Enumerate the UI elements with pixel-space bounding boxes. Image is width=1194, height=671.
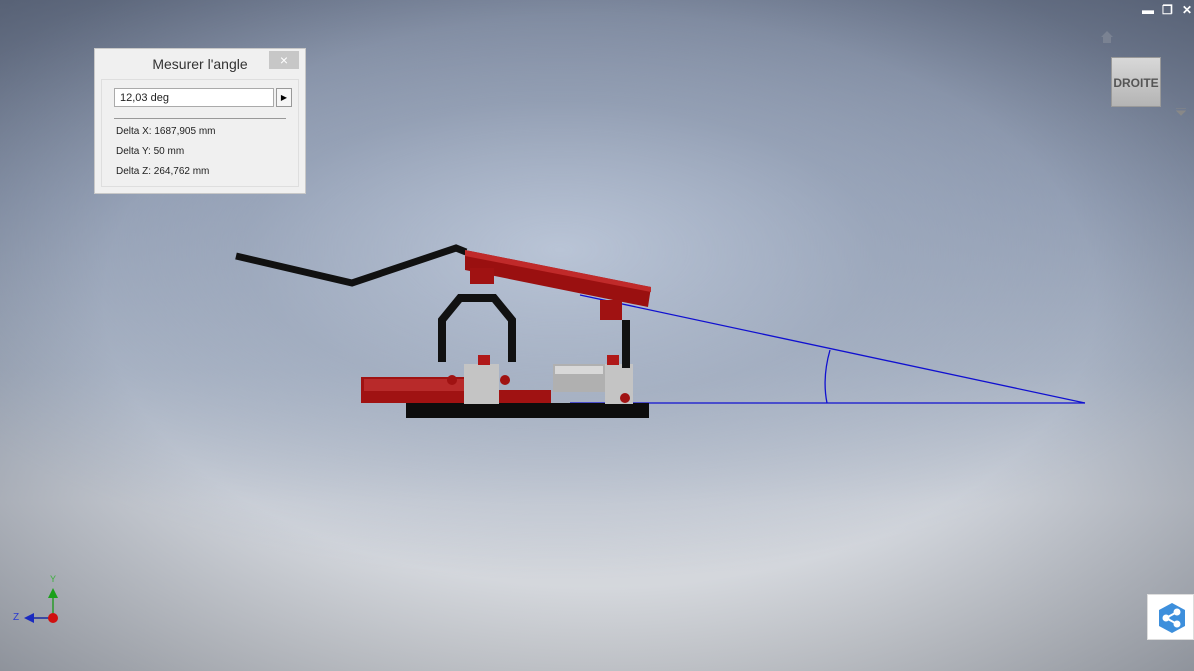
divider <box>114 118 286 119</box>
frame-assembly <box>235 244 651 418</box>
restore-button[interactable]: ❐ <box>1162 3 1173 17</box>
share-button[interactable] <box>1147 594 1194 640</box>
minimize-button[interactable]: ▬ <box>1142 3 1154 17</box>
expand-arrow-button[interactable]: ▶ <box>276 88 292 107</box>
axis-triad <box>24 588 58 623</box>
viewcube-menu-icon[interactable] <box>1176 108 1186 116</box>
angle-value-field[interactable]: 12,03 deg <box>114 88 274 107</box>
y-axis-arrow-icon <box>48 588 58 598</box>
close-button[interactable]: × <box>269 51 299 69</box>
measure-angle-lines <box>570 294 1086 404</box>
origin-icon <box>48 613 58 623</box>
close-window-button[interactable]: ✕ <box>1182 3 1192 17</box>
home-icon[interactable] <box>1100 30 1114 44</box>
z-axis-arrow-icon <box>24 613 34 623</box>
delta-x: Delta X: 1687,905 mm <box>116 126 216 137</box>
viewcube-face-label: DROITE <box>1113 76 1159 90</box>
panel-title: Mesurer l'angle <box>152 56 248 72</box>
z-axis-label: Z <box>13 612 20 623</box>
viewcube[interactable]: DROITE <box>1111 57 1161 107</box>
measure-angle-panel: Mesurer l'angle × 12,03 deg ▶ Delta X: 1… <box>94 48 306 194</box>
panel-body: 12,03 deg ▶ Delta X: 1687,905 mm Delta Y… <box>101 79 299 187</box>
delta-y: Delta Y: 50 mm <box>116 146 185 157</box>
y-axis-label: Y <box>50 574 57 584</box>
delta-z: Delta Z: 264,762 mm <box>116 166 210 177</box>
share-icon <box>1159 603 1185 633</box>
